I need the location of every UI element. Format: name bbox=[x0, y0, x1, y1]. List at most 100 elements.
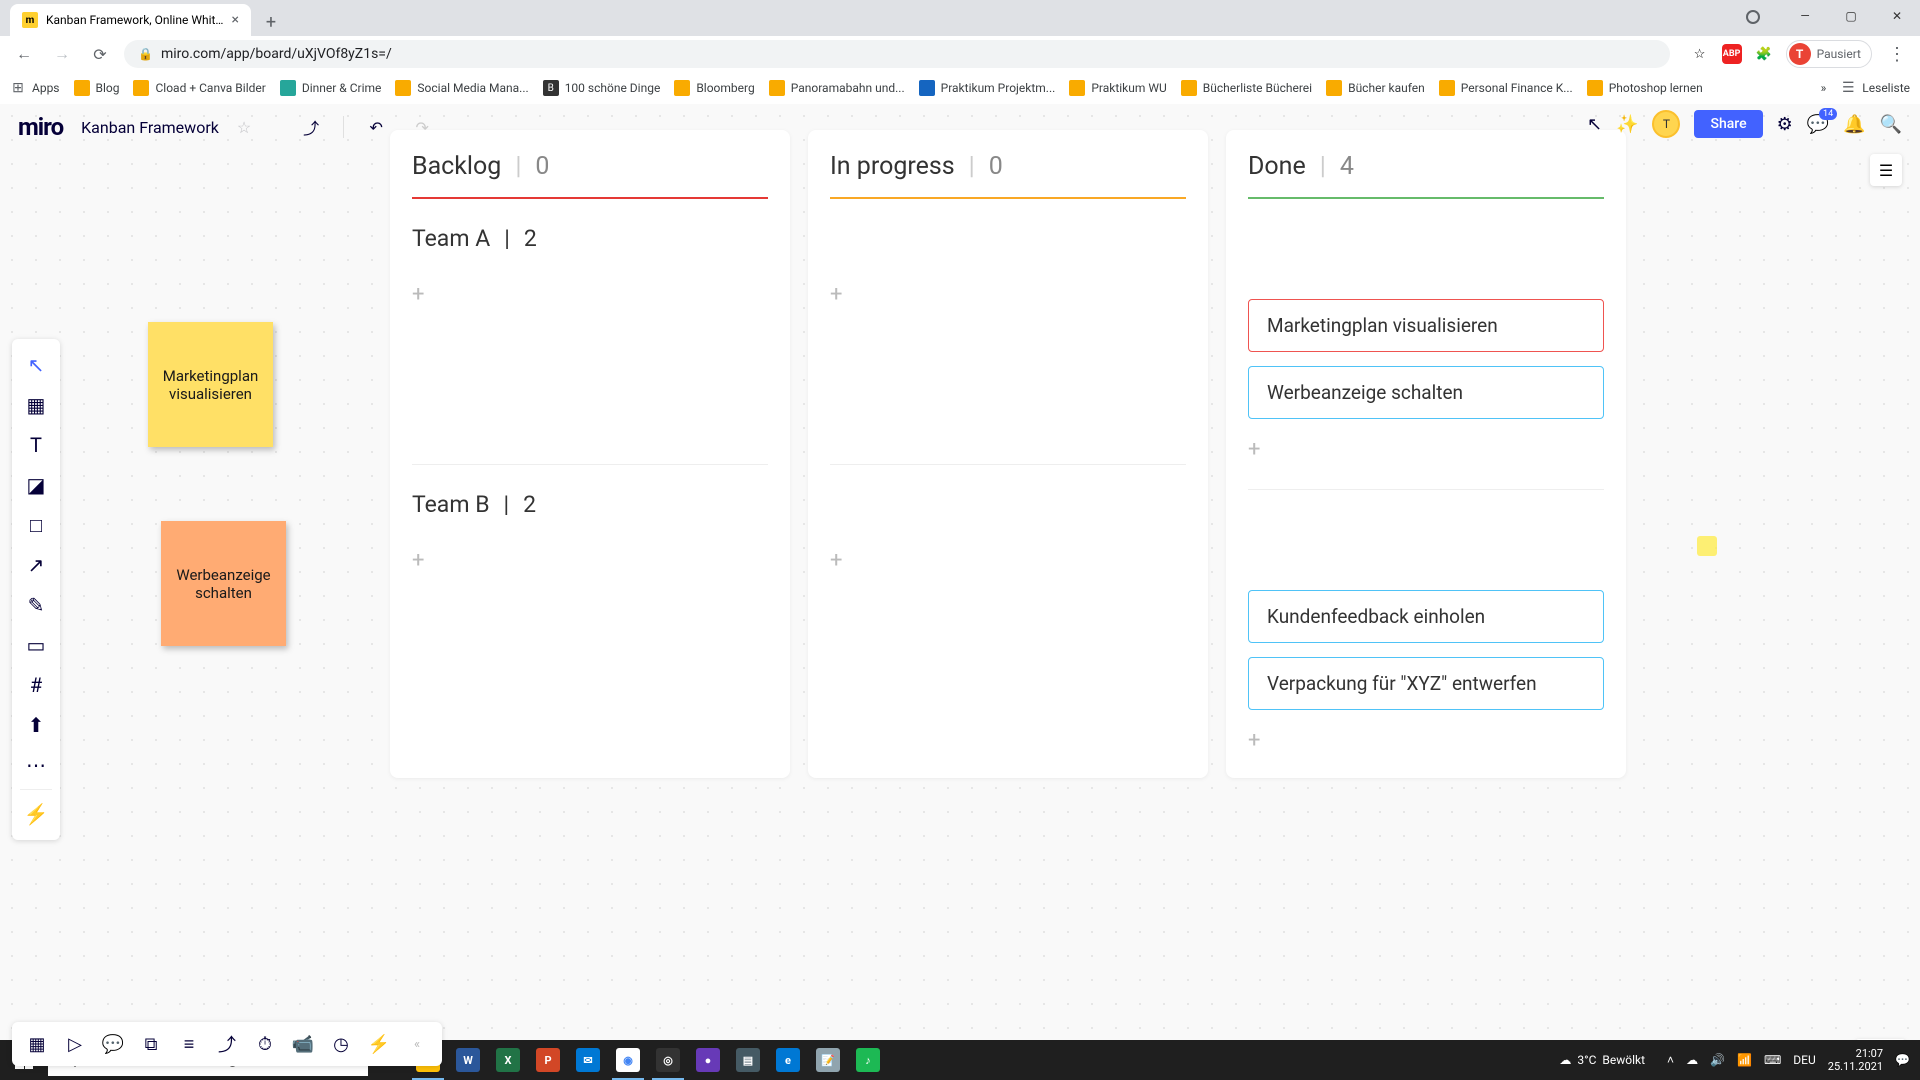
bookmark-item[interactable]: Panoramabahn und... bbox=[769, 80, 905, 96]
clock[interactable]: 21:07 25.11.2021 bbox=[1828, 1047, 1883, 1073]
tab-overflow-icon[interactable] bbox=[1746, 10, 1760, 24]
upload-tool[interactable]: ⬆ bbox=[12, 705, 60, 745]
history-icon[interactable]: ◷ bbox=[322, 1025, 360, 1063]
redo-icon[interactable]: ↷ bbox=[408, 113, 436, 141]
spotify-icon[interactable]: ♪ bbox=[848, 1040, 888, 1080]
star-bookmark-icon[interactable]: ☆ bbox=[1690, 44, 1710, 64]
notepad-icon[interactable]: 📝 bbox=[808, 1040, 848, 1080]
activity-panel-icon[interactable]: ☰ bbox=[1870, 154, 1902, 186]
bookmarks-overflow[interactable]: » bbox=[1821, 81, 1827, 95]
apps-tool[interactable]: ⚡ bbox=[12, 794, 60, 834]
export-icon[interactable]: ⤴ bbox=[297, 113, 325, 141]
screenshare-icon[interactable]: ⧉ bbox=[132, 1025, 170, 1063]
miro-logo[interactable]: miro bbox=[18, 113, 63, 141]
present-icon[interactable]: ▷ bbox=[56, 1025, 94, 1063]
comments-icon[interactable]: 💬14 bbox=[1807, 114, 1829, 135]
shape-tool[interactable]: □ bbox=[12, 505, 60, 545]
bookmark-apps[interactable]: ⊞Apps bbox=[10, 80, 60, 96]
share-button[interactable]: Share bbox=[1694, 110, 1762, 138]
minimize-button[interactable]: — bbox=[1782, 0, 1828, 32]
column-in-progress[interactable]: In progress | 0 . + . + bbox=[808, 130, 1208, 778]
video-icon[interactable]: 📹 bbox=[284, 1025, 322, 1063]
settings-icon[interactable]: ⚙ bbox=[1777, 114, 1793, 135]
edge-icon[interactable]: e bbox=[768, 1040, 808, 1080]
sticky-note-yellow[interactable]: Marketingplan visualisieren bbox=[148, 322, 273, 447]
weather-widget[interactable]: ☁ 3°C Bewölkt bbox=[1559, 1053, 1645, 1067]
abp-extension-icon[interactable]: ABP bbox=[1722, 44, 1742, 64]
bookmark-item[interactable]: Photoshop lernen bbox=[1587, 80, 1703, 96]
frame-tool[interactable]: # bbox=[12, 665, 60, 705]
address-bar[interactable]: 🔒 miro.com/app/board/uXjVOf8yZ1s=/ bbox=[124, 40, 1670, 68]
user-avatar[interactable]: T bbox=[1652, 110, 1680, 138]
reactions-icon[interactable]: ✨ bbox=[1616, 114, 1638, 135]
mail-icon[interactable]: ✉ bbox=[568, 1040, 608, 1080]
undo-icon[interactable]: ↶ bbox=[362, 113, 390, 141]
language-indicator[interactable]: DEU bbox=[1793, 1053, 1815, 1067]
powerpoint-icon[interactable]: P bbox=[528, 1040, 568, 1080]
bookmark-item[interactable]: Bücherliste Bücherei bbox=[1181, 80, 1312, 96]
browser-tab[interactable]: m Kanban Framework, Online Whit… × bbox=[10, 4, 251, 36]
bookmark-item[interactable]: Social Media Mana... bbox=[395, 80, 528, 96]
bookmark-item[interactable]: Personal Finance K... bbox=[1439, 80, 1573, 96]
app-icon[interactable]: ▤ bbox=[728, 1040, 768, 1080]
reload-button[interactable]: ⟳ bbox=[86, 40, 114, 68]
kanban-board[interactable]: Backlog | 0 Team A | 2 + Team B | 2 bbox=[390, 130, 1626, 778]
onedrive-icon[interactable]: ☁ bbox=[1686, 1053, 1698, 1067]
timer-icon[interactable]: ⏱ bbox=[246, 1025, 284, 1063]
more-tools[interactable]: ⋯ bbox=[12, 745, 60, 785]
add-card-button[interactable]: + bbox=[412, 282, 436, 306]
new-tab-button[interactable]: + bbox=[257, 8, 285, 36]
star-icon[interactable]: ☆ bbox=[237, 118, 251, 137]
search-icon[interactable]: 🔍 bbox=[1880, 114, 1902, 135]
bookmark-item[interactable]: Blog bbox=[74, 80, 120, 96]
chat-icon[interactable]: 💬 bbox=[94, 1025, 132, 1063]
tray-chevron-icon[interactable]: ˄ bbox=[1667, 1053, 1674, 1067]
obs-icon[interactable]: ◎ bbox=[648, 1040, 688, 1080]
bookmark-item[interactable]: Bloomberg bbox=[674, 80, 754, 96]
wifi-icon[interactable]: 📶 bbox=[1737, 1053, 1752, 1067]
notifications-icon[interactable]: 🔔 bbox=[1843, 114, 1865, 135]
word-icon[interactable]: W bbox=[448, 1040, 488, 1080]
line-tool[interactable]: ↗ bbox=[12, 545, 60, 585]
activity-icon[interactable]: ⚡ bbox=[360, 1025, 398, 1063]
column-done[interactable]: Done | 4 Marketingplan visualisieren Wer… bbox=[1226, 130, 1626, 778]
notifications-tray-icon[interactable]: 💬 bbox=[1895, 1053, 1910, 1067]
profile-button[interactable]: T Pausiert bbox=[1786, 40, 1872, 68]
board-name[interactable]: Kanban Framework bbox=[81, 118, 219, 137]
kanban-card[interactable]: Kundenfeedback einholen bbox=[1248, 590, 1604, 643]
bookmark-item[interactable]: Bücher kaufen bbox=[1326, 80, 1425, 96]
sticky-tool[interactable]: ◪ bbox=[12, 465, 60, 505]
comment-tool[interactable]: ▭ bbox=[12, 625, 60, 665]
bookmark-item[interactable]: Praktikum Projektm... bbox=[919, 80, 1056, 96]
export-icon[interactable]: ⤴ bbox=[208, 1025, 246, 1063]
bookmark-item[interactable]: Cload + Canva Bilder bbox=[133, 80, 265, 96]
kanban-card[interactable]: Marketingplan visualisieren bbox=[1248, 299, 1604, 352]
close-window-button[interactable]: ✕ bbox=[1874, 0, 1920, 32]
keyboard-icon[interactable]: ⌨ bbox=[1764, 1053, 1781, 1067]
collapse-icon[interactable]: « bbox=[398, 1025, 436, 1063]
maximize-button[interactable]: ▢ bbox=[1828, 0, 1874, 32]
frames-icon[interactable]: ▦ bbox=[18, 1025, 56, 1063]
text-tool[interactable]: T bbox=[12, 425, 60, 465]
templates-tool[interactable]: ▦ bbox=[12, 385, 60, 425]
bookmark-item[interactable]: Dinner & Crime bbox=[280, 80, 382, 96]
kanban-card[interactable]: Werbeanzeige schalten bbox=[1248, 366, 1604, 419]
bookmark-item[interactable]: Praktikum WU bbox=[1069, 80, 1166, 96]
close-tab-icon[interactable]: × bbox=[231, 12, 238, 28]
column-backlog[interactable]: Backlog | 0 Team A | 2 + Team B | 2 bbox=[390, 130, 790, 778]
kanban-card[interactable]: Verpackung für "XYZ" entwerfen bbox=[1248, 657, 1604, 710]
bookmark-item[interactable]: B100 schöne Dinge bbox=[543, 80, 661, 96]
forward-button[interactable]: → bbox=[48, 40, 76, 68]
add-card-button[interactable]: + bbox=[1248, 728, 1272, 752]
reading-list-button[interactable]: ☰Leseliste bbox=[1840, 80, 1910, 96]
excel-icon[interactable]: X bbox=[488, 1040, 528, 1080]
app-icon[interactable]: ● bbox=[688, 1040, 728, 1080]
sticky-note-orange[interactable]: Werbeanzeige schalten bbox=[161, 521, 286, 646]
add-card-button[interactable]: + bbox=[1248, 437, 1272, 461]
pen-tool[interactable]: ✎ bbox=[12, 585, 60, 625]
add-card-button[interactable]: + bbox=[830, 282, 854, 306]
back-button[interactable]: ← bbox=[10, 40, 38, 68]
extensions-icon[interactable]: 🧩 bbox=[1754, 44, 1774, 64]
cursor-mode-icon[interactable]: ↖ bbox=[1587, 114, 1602, 135]
voting-icon[interactable]: ≡ bbox=[170, 1025, 208, 1063]
